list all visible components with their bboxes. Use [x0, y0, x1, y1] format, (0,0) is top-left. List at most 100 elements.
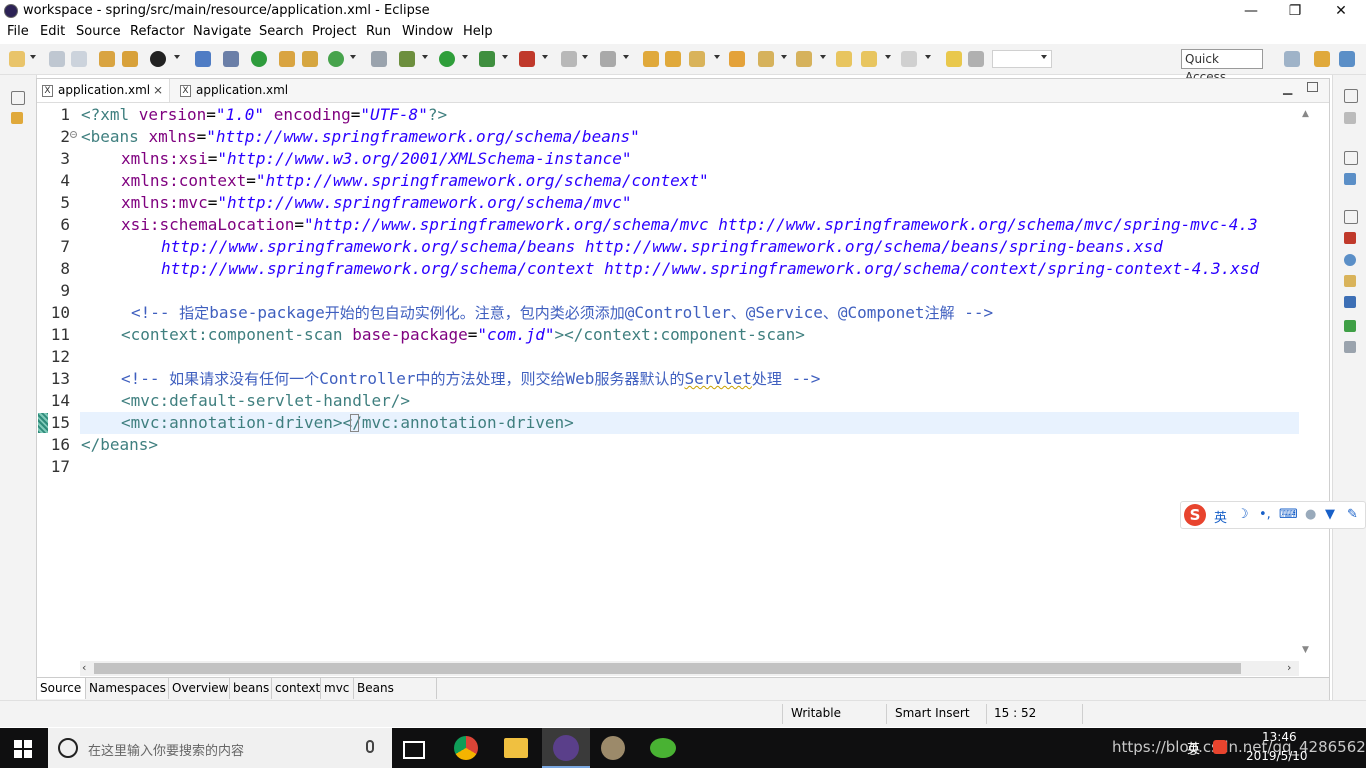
coverage-icon[interactable] — [479, 51, 495, 67]
menu-refactor[interactable]: Refactor — [130, 24, 185, 39]
keyboard-icon[interactable]: ⌨ — [1279, 507, 1298, 522]
chrome-icon[interactable] — [454, 736, 478, 760]
java-perspective-icon[interactable] — [1339, 51, 1355, 67]
declaration-icon[interactable] — [1344, 275, 1356, 287]
previous-annotation-icon[interactable] — [796, 51, 812, 67]
menu-project[interactable]: Project — [312, 24, 356, 39]
servers-icon[interactable] — [1344, 320, 1356, 332]
tab-beans-graph[interactable]: Beans Graph — [354, 678, 437, 716]
scroll-right-icon[interactable]: › — [1287, 661, 1291, 674]
console-view-icon[interactable] — [1344, 296, 1356, 308]
restore-view-icon[interactable] — [11, 91, 25, 105]
menu-window[interactable]: Window — [402, 24, 453, 39]
pin-icon[interactable] — [689, 51, 705, 67]
minimize-button[interactable]: — — [1228, 0, 1274, 22]
debug-icon[interactable] — [399, 51, 415, 67]
open-file-icon[interactable] — [665, 51, 681, 67]
deploy-icon[interactable] — [600, 51, 616, 67]
close-button[interactable]: ✕ — [1318, 0, 1364, 22]
menu-help[interactable]: Help — [463, 24, 493, 39]
chevron-down-icon[interactable] — [781, 55, 787, 59]
save-icon[interactable] — [49, 51, 65, 67]
tray-clock-time[interactable]: 13:46 — [1262, 730, 1297, 744]
menu-edit[interactable]: Edit — [40, 24, 65, 39]
problems-icon[interactable] — [1344, 232, 1356, 244]
punctuation-icon[interactable]: •, — [1259, 507, 1271, 522]
chevron-down-icon[interactable] — [30, 55, 36, 59]
menu-source[interactable]: Source — [76, 24, 121, 39]
save-all-icon[interactable] — [71, 51, 87, 67]
moon-icon[interactable]: ☽ — [1237, 507, 1249, 522]
outline-icon[interactable] — [1344, 173, 1356, 185]
tab-namespaces[interactable]: Namespaces — [86, 678, 169, 699]
chevron-down-icon[interactable] — [174, 55, 180, 59]
ime-language-toggle[interactable]: 英 — [1214, 507, 1227, 526]
console-icon[interactable] — [195, 51, 211, 67]
toolbar-combo[interactable] — [992, 50, 1052, 68]
chevron-down-icon[interactable] — [542, 55, 548, 59]
next-annotation-icon[interactable] — [758, 51, 774, 67]
open-folder-icon[interactable] — [643, 51, 659, 67]
open-type-icon[interactable] — [371, 51, 387, 67]
chevron-down-icon[interactable] — [623, 55, 629, 59]
progress-icon[interactable] — [1344, 341, 1356, 353]
task-view-icon[interactable] — [403, 741, 425, 759]
menu-run[interactable]: Run — [366, 24, 391, 39]
chevron-down-icon[interactable] — [885, 55, 891, 59]
close-icon[interactable]: ⨯ — [153, 79, 163, 102]
scroll-up-icon[interactable]: ▲ — [1302, 109, 1309, 119]
skip-breakpoints-icon[interactable] — [223, 51, 239, 67]
code-editor[interactable]: <?xml version="1.0" encoding="UTF-8"?> <… — [81, 104, 1299, 661]
new-package-icon[interactable] — [302, 51, 318, 67]
sogou-tray-icon[interactable] — [1213, 740, 1227, 754]
chevron-down-icon[interactable] — [462, 55, 468, 59]
scroll-left-icon[interactable]: ‹ — [82, 661, 86, 674]
tray-clock-date[interactable]: 2019/5/10 — [1246, 749, 1308, 763]
editor-tab-inactive[interactable]: X application.xml — [175, 79, 295, 102]
scrollbar-thumb[interactable] — [94, 663, 1241, 674]
new-java-project-icon[interactable] — [279, 51, 295, 67]
chevron-down-icon[interactable] — [714, 55, 720, 59]
tab-context[interactable]: context — [272, 678, 321, 699]
skin-icon[interactable]: ▼ — [1325, 507, 1335, 522]
chevron-down-icon[interactable] — [820, 55, 826, 59]
taskbar-search-box[interactable]: 在这里输入你要搜索的内容 — [48, 728, 392, 768]
back-arrow-icon[interactable] — [861, 51, 877, 67]
vertical-scrollbar[interactable]: ▲ ▼ — [1299, 103, 1315, 661]
tab-mvc[interactable]: mvc — [321, 678, 354, 699]
restore-button[interactable]: ❐ — [1272, 0, 1318, 22]
open-perspective-icon[interactable] — [1284, 51, 1300, 67]
tray-language[interactable]: 英 — [1187, 738, 1200, 757]
tab-overview[interactable]: Overview — [169, 678, 230, 699]
sogou-logo-icon[interactable]: S — [1184, 504, 1206, 526]
chevron-down-icon[interactable] — [1041, 55, 1047, 59]
photo-app-icon[interactable] — [601, 736, 625, 760]
stop-icon[interactable] — [561, 51, 577, 67]
scroll-down-icon[interactable]: ▼ — [1302, 645, 1309, 655]
new-class-icon[interactable] — [328, 51, 344, 67]
quick-access-field[interactable]: Quick Access — [1181, 49, 1263, 84]
user-icon[interactable]: ● — [1305, 507, 1316, 522]
javadoc-icon[interactable] — [1344, 254, 1356, 266]
horizontal-scrollbar[interactable]: ‹ › — [80, 661, 1299, 676]
chevron-down-icon[interactable] — [422, 55, 428, 59]
task-icon[interactable] — [729, 51, 745, 67]
wechat-icon[interactable] — [650, 738, 676, 758]
file-explorer-icon[interactable] — [504, 738, 528, 758]
clean-icon[interactable] — [122, 51, 138, 67]
grid-icon[interactable] — [968, 51, 984, 67]
run-icon[interactable] — [439, 51, 455, 67]
menu-search[interactable]: Search — [259, 24, 304, 39]
fold-toggle-icon[interactable]: − — [70, 131, 77, 138]
task-list-icon[interactable] — [1344, 112, 1356, 124]
server-icon[interactable] — [150, 51, 166, 67]
windows-start-icon[interactable] — [14, 740, 32, 758]
last-edit-icon[interactable] — [836, 51, 852, 67]
pin-editor-icon[interactable] — [946, 51, 962, 67]
new-icon[interactable] — [9, 51, 25, 67]
chevron-down-icon[interactable] — [925, 55, 931, 59]
forward-arrow-icon[interactable] — [901, 51, 917, 67]
restore-view-icon[interactable] — [1344, 151, 1358, 165]
java-ee-perspective-icon[interactable] — [1314, 51, 1330, 67]
editor-tab-active[interactable]: X application.xml ⨯ — [37, 79, 170, 102]
